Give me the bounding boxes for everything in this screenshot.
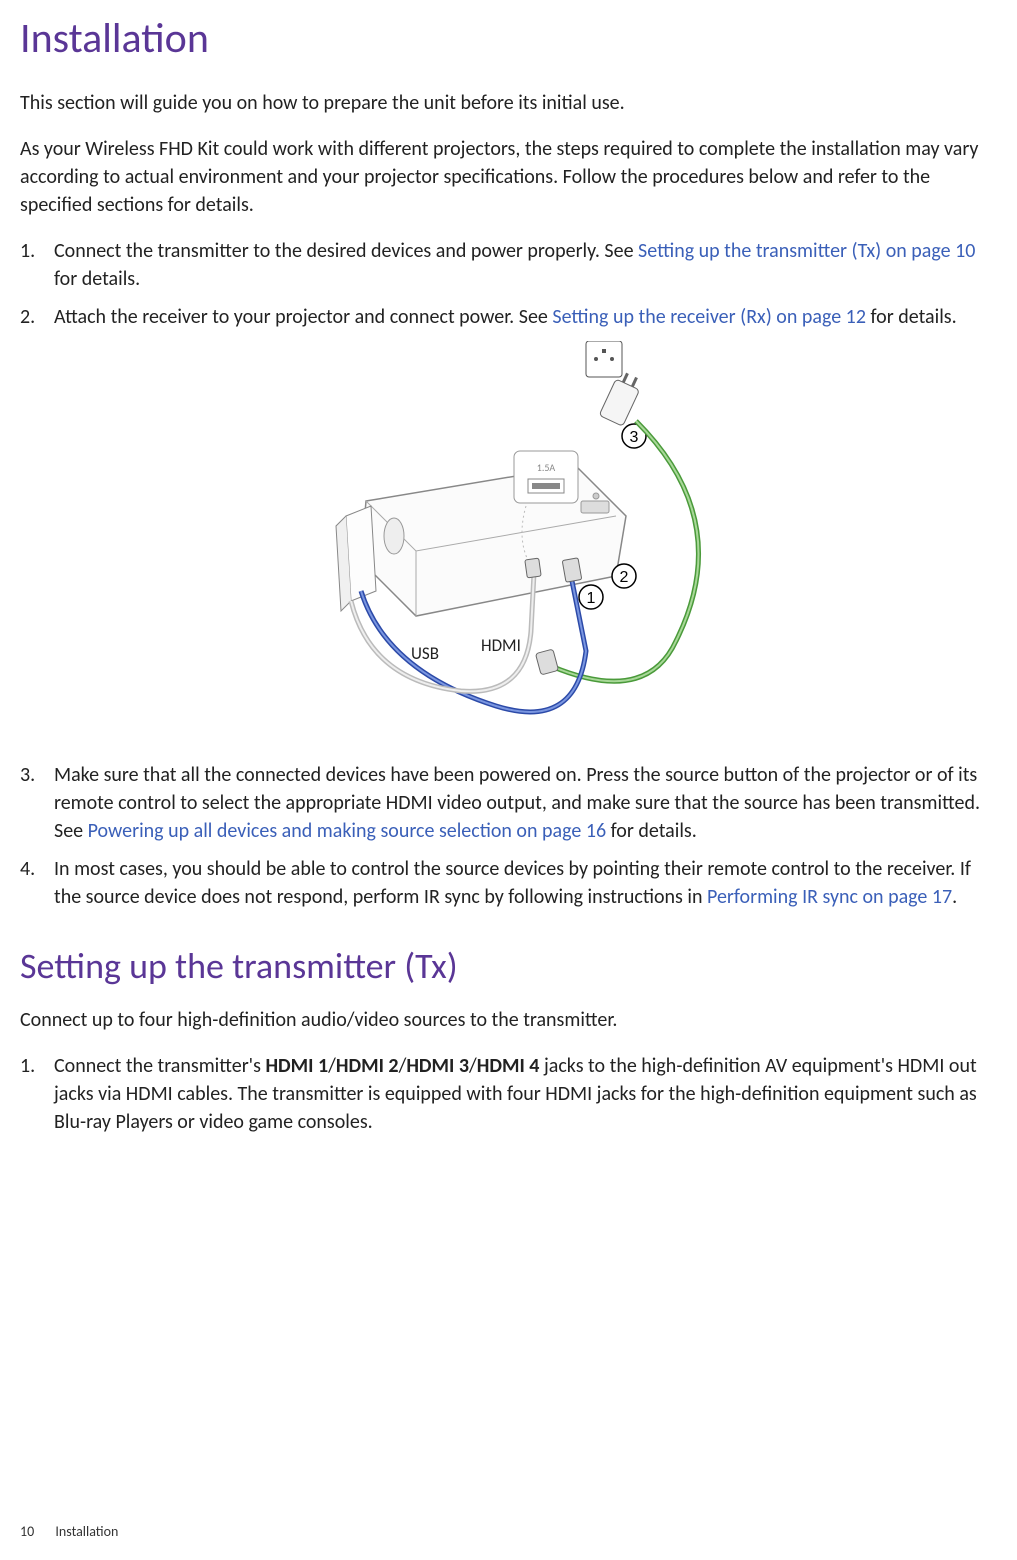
installation-steps: Connect the transmitter to the desired d… [20,237,997,911]
tx-step1-a: Connect the transmitter's [54,1054,265,1078]
link-power-devices[interactable]: Powering up all devices and making sourc… [88,819,606,843]
footer-section: Installation [55,1523,118,1540]
step-2-text-a: Attach the receiver to your projector an… [54,305,552,329]
tx-hdmi4: HDMI 4 [477,1054,540,1078]
tx-hdmi1: HDMI 1 [265,1054,328,1078]
callout-3-label: 3 [629,429,638,446]
tx-hdmi3: HDMI 3 [406,1054,469,1078]
receiver-icon [336,506,376,611]
intro-paragraph-2: As your Wireless FHD Kit could work with… [20,135,997,219]
power-connector-icon [535,649,558,675]
page-footer: 10 Installation [20,1522,118,1542]
tx-sep3: / [469,1054,477,1078]
connection-diagram: 3 [54,341,997,741]
hdmi-connector-icon [562,558,582,582]
projector-connection-illustration: 3 [316,341,736,741]
step-1: Connect the transmitter to the desired d… [20,237,997,293]
step-4-text-b: . [952,885,957,909]
hdmi-label: HDMI [481,635,521,656]
section-transmitter-title: Setting up the transmitter (Tx) [20,941,997,991]
step-2-text-b: for details. [866,305,957,329]
link-setup-receiver[interactable]: Setting up the receiver (Rx) on page 12 [552,305,866,329]
usb-label: USB [411,643,439,664]
step-1-text-b: for details. [54,267,140,291]
tx-hdmi2: HDMI 2 [336,1054,399,1078]
link-ir-sync[interactable]: Performing IR sync on page 17 [707,885,952,909]
callout-2-label: 2 [619,569,628,586]
section-transmitter-intro: Connect up to four high-definition audio… [20,1006,997,1034]
step-3: Make sure that all the connected devices… [20,761,997,845]
tx-sep1: / [328,1054,336,1078]
callout-1-label: 1 [586,590,595,607]
page-title: Installation [20,10,997,69]
link-setup-transmitter[interactable]: Setting up the transmitter (Tx) on page … [638,239,975,263]
step-3-text-b: for details. [606,819,697,843]
usb-port-amperage: 1.5A [536,461,555,474]
power-plug-icon [599,370,644,426]
step-2: Attach the receiver to your projector an… [20,303,997,741]
usb-connector-icon [524,558,540,578]
wall-outlet-icon [586,341,622,377]
transmitter-step-1: Connect the transmitter's HDMI 1/HDMI 2/… [20,1052,997,1136]
intro-paragraph-1: This section will guide you on how to pr… [20,89,997,117]
transmitter-steps: Connect the transmitter's HDMI 1/HDMI 2/… [20,1052,997,1136]
step-4: In most cases, you should be able to con… [20,855,997,911]
step-1-text-a: Connect the transmitter to the desired d… [54,239,638,263]
page-number: 10 [20,1523,34,1540]
